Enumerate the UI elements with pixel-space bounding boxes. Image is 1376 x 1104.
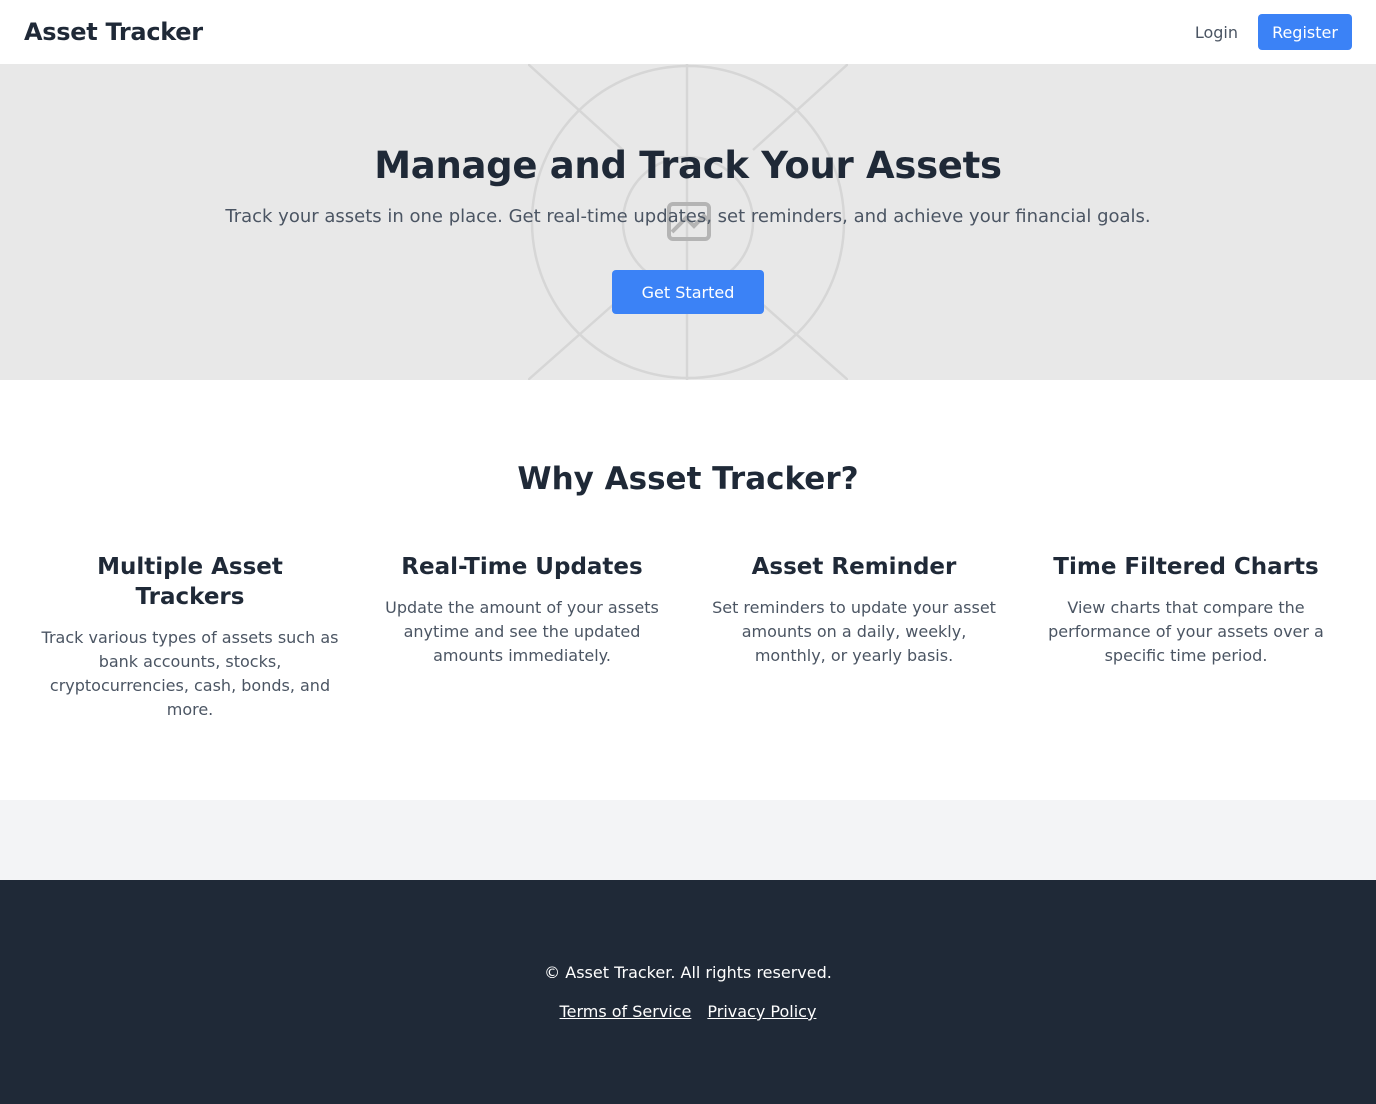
features-section: Why Asset Tracker? Multiple Asset Tracke… — [0, 380, 1376, 800]
footer: © Asset Tracker. All rights reserved. Te… — [0, 880, 1376, 1104]
register-button[interactable]: Register — [1258, 14, 1352, 50]
feature-card: Multiple Asset Trackers Track various ty… — [24, 552, 356, 722]
section-divider-band — [0, 800, 1376, 880]
login-link[interactable]: Login — [1195, 23, 1238, 42]
feature-title: Multiple Asset Trackers — [97, 554, 283, 610]
hero-title: Manage and Track Your Assets — [374, 144, 1002, 187]
feature-title: Asset Reminder — [751, 554, 957, 580]
hero-section: Manage and Track Your Assets Track your … — [0, 64, 1376, 380]
footer-links: Terms of Service Privacy Policy — [0, 1002, 1376, 1021]
footer-copyright: © Asset Tracker. All rights reserved. — [544, 963, 832, 982]
features-grid: Multiple Asset Trackers Track various ty… — [0, 552, 1376, 722]
hero-content: Manage and Track Your Assets Track your … — [0, 64, 1376, 314]
feature-description: Track various types of assets such as ba… — [41, 628, 339, 719]
feature-description: Set reminders to update your asset amoun… — [712, 598, 996, 665]
feature-card: Real-Time Updates Update the amount of y… — [356, 552, 688, 722]
nav-actions: Login Register — [1195, 14, 1352, 50]
feature-description: Update the amount of your assets anytime… — [385, 598, 659, 665]
feature-title: Time Filtered Charts — [1053, 554, 1319, 580]
feature-title: Real-Time Updates — [401, 554, 643, 580]
features-title: Why Asset Tracker? — [517, 461, 859, 497]
hero-subtitle: Track your assets in one place. Get real… — [225, 206, 1151, 227]
feature-card: Time Filtered Charts View charts that co… — [1020, 552, 1352, 722]
feature-description: View charts that compare the performance… — [1048, 598, 1324, 665]
brand-logo[interactable]: Asset Tracker — [24, 18, 203, 46]
terms-of-service-link[interactable]: Terms of Service — [560, 1002, 692, 1021]
feature-card: Asset Reminder Set reminders to update y… — [688, 552, 1020, 722]
navbar: Asset Tracker Login Register — [0, 0, 1376, 64]
privacy-policy-link[interactable]: Privacy Policy — [707, 1002, 816, 1021]
get-started-button[interactable]: Get Started — [612, 270, 764, 314]
